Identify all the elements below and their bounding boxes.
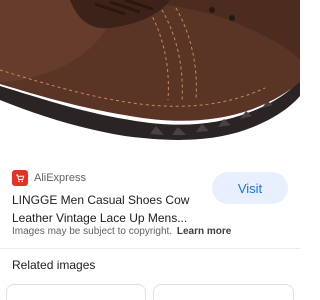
- related-image-card[interactable]: [153, 284, 294, 300]
- related-images-heading: Related images: [12, 258, 96, 272]
- product-image[interactable]: [0, 0, 300, 158]
- shoe-image: [0, 0, 300, 140]
- title-line-2: Leather Vintage Lace Up Mens...: [12, 211, 188, 225]
- section-divider: [0, 248, 300, 249]
- aliexpress-cart-icon: [12, 170, 28, 186]
- copyright-text: Images may be subject to copyright.: [12, 226, 173, 237]
- title-line-1: LINGGE Men Casual Shoes Cow: [12, 193, 190, 207]
- source-name: AliExpress: [34, 172, 86, 184]
- result-title[interactable]: LINGGE Men Casual Shoes Cow Leather Vint…: [12, 191, 212, 227]
- learn-more-link[interactable]: Learn more: [177, 226, 231, 237]
- copyright-notice: Images may be subject to copyright. Lear…: [12, 226, 231, 237]
- related-image-card[interactable]: [6, 284, 146, 300]
- visit-button[interactable]: Visit: [212, 172, 288, 204]
- result-source[interactable]: AliExpress: [12, 170, 86, 186]
